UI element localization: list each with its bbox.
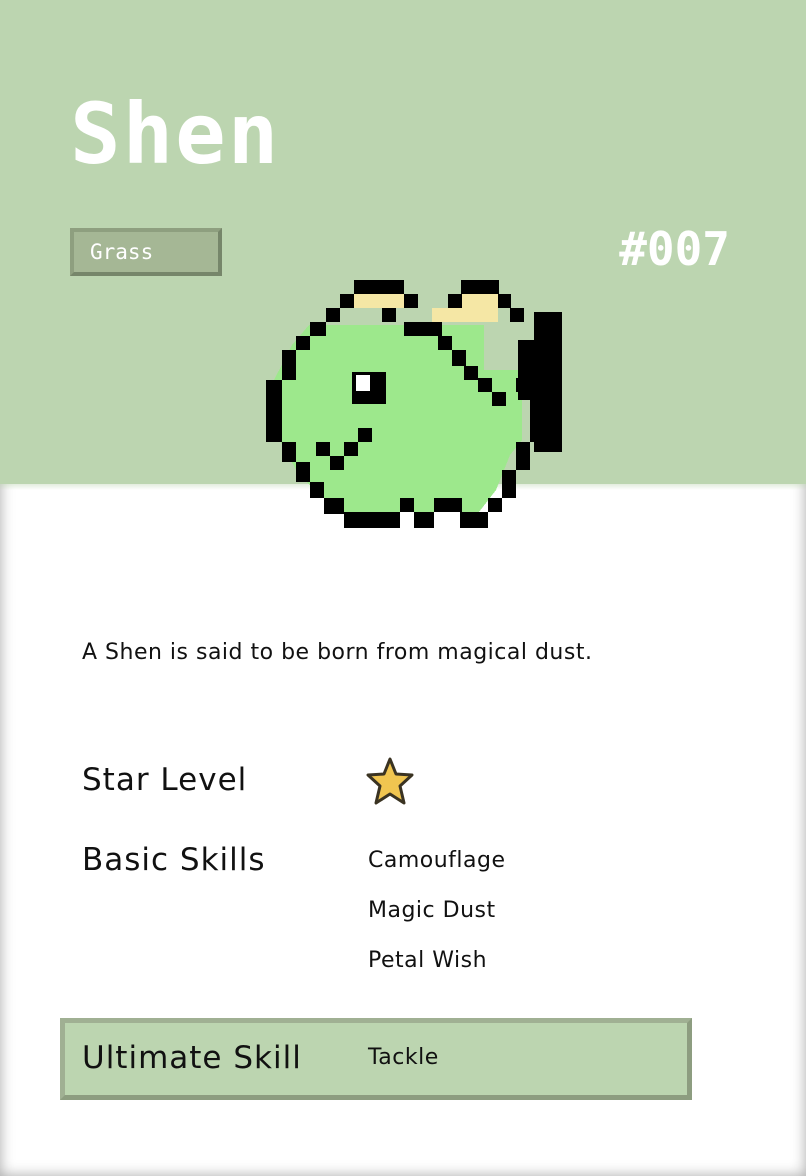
creature-name: Shen [70, 85, 281, 183]
creature-description: A Shen is said to be born from magical d… [82, 640, 593, 665]
basic-skill-item: Camouflage [368, 848, 506, 873]
green-dragon-sprite [266, 280, 562, 528]
type-badge: Grass [70, 228, 222, 276]
ultimate-skill-label: Ultimate Skill [82, 1040, 302, 1076]
basic-skills-label: Basic Skills [82, 842, 266, 878]
star-level-label: Star Level [82, 762, 248, 798]
creature-card: Shen Grass #007 A Shen is said to be bor… [0, 0, 806, 1176]
basic-skill-item: Petal Wish [368, 948, 488, 973]
creature-number: #007 [619, 222, 730, 276]
basic-skill-item: Magic Dust [368, 898, 496, 923]
star-icon [366, 757, 414, 805]
type-label: Grass [90, 240, 154, 264]
ultimate-skill-value: Tackle [368, 1045, 439, 1070]
